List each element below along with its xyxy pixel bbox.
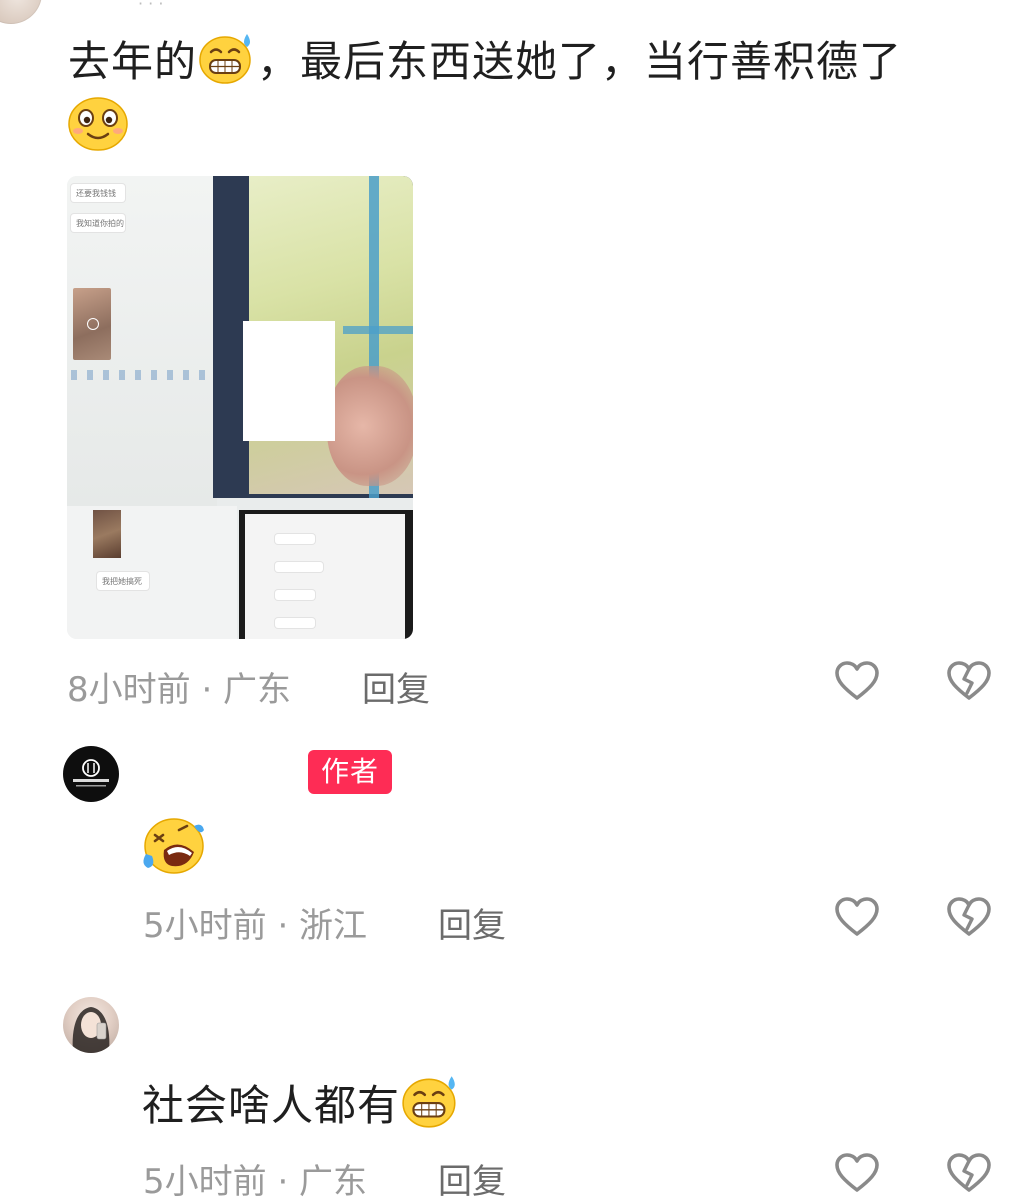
- comment-text-part1: 去年的: [68, 37, 198, 86]
- chat-toolbar: [71, 370, 211, 380]
- reply-button[interactable]: 回复: [362, 662, 430, 711]
- comment-text-part2: ，最后东西送她了，当行善积德了: [257, 37, 903, 86]
- dislike-broken-heart-icon[interactable]: [946, 896, 992, 938]
- rolling-laugh-emoji: [140, 814, 206, 880]
- smile-emoji: [66, 94, 130, 156]
- author-badge: 作者: [308, 750, 392, 794]
- phone-screen: [245, 514, 405, 639]
- like-heart-icon[interactable]: [834, 1152, 880, 1194]
- comment-meta: 5小时前 · 浙江: [143, 906, 368, 946]
- dislike-broken-heart-icon[interactable]: [946, 1152, 992, 1194]
- like-heart-icon[interactable]: [834, 896, 880, 938]
- grimace-sweat-emoji: [197, 30, 257, 101]
- chat-bubble: [275, 534, 315, 544]
- like-heart-icon[interactable]: [834, 660, 880, 702]
- comment-text: 社会啥人都有: [142, 1072, 462, 1145]
- avatar[interactable]: [0, 0, 42, 24]
- chat-bubble: [275, 590, 315, 600]
- video-thumbnail: [73, 288, 111, 360]
- video-thumbnail: [93, 510, 121, 558]
- chat-bubble: 我知道你拍的: [71, 214, 125, 232]
- comment-meta: 8小时前 · 广东: [67, 670, 292, 710]
- chat-bubble: 还要我钱钱: [71, 184, 125, 202]
- comment-image[interactable]: 还要我钱钱 我知道你拍的 我把她搞死: [67, 176, 413, 639]
- comment-meta: 5小时前 · 广东: [143, 1162, 368, 1202]
- comment-text-part1: 社会啥人都有: [142, 1081, 401, 1130]
- reply-button[interactable]: 回复: [438, 1154, 506, 1203]
- avatar[interactable]: [63, 746, 119, 802]
- grimace-sweat-emoji: [400, 1072, 462, 1145]
- redaction-box: [243, 321, 335, 441]
- chat-bubble: [275, 562, 323, 572]
- photo-detail: [343, 326, 413, 334]
- dislike-broken-heart-icon[interactable]: [946, 660, 992, 702]
- avatar[interactable]: [63, 997, 119, 1053]
- comment-text: 去年的 ，最后东西送她了，当行善积德了: [68, 30, 1008, 101]
- chat-bubble: [275, 618, 315, 628]
- play-icon: [87, 318, 99, 330]
- chat-bubble: 我把她搞死: [97, 572, 149, 590]
- reply-button[interactable]: 回复: [438, 898, 506, 947]
- cropped-top-text: · · ·: [138, 0, 164, 13]
- photo-detail: [327, 366, 413, 486]
